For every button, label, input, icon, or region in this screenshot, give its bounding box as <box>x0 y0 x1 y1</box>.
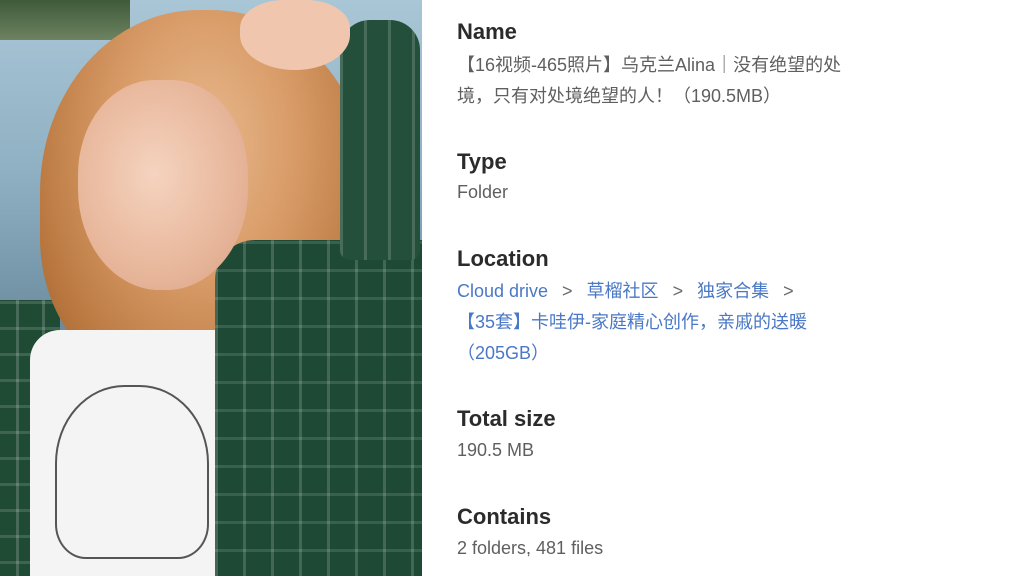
type-value: Folder <box>457 182 509 202</box>
type-label: Type <box>457 149 507 174</box>
breadcrumb-separator: > <box>783 281 794 301</box>
photo-hand <box>240 0 350 70</box>
name-value-line2: 境，只有对处境绝望的人！（190.5MB） <box>457 86 782 106</box>
location-label: Location <box>457 246 549 271</box>
preview-image <box>0 0 422 576</box>
contains-section: Contains 2 folders, 481 files <box>457 504 977 564</box>
total-size-label: Total size <box>457 406 556 431</box>
total-size-value: 190.5 MB <box>457 440 535 460</box>
breadcrumb-folder-3-size[interactable]: （205GB） <box>457 343 549 363</box>
breadcrumb-separator: > <box>562 281 573 301</box>
contains-label: Contains <box>457 504 552 529</box>
breadcrumb-folder-2[interactable]: 独家合集 <box>697 281 769 301</box>
photo-flannel-right <box>215 240 422 576</box>
photo-shirt-print <box>55 385 209 559</box>
breadcrumb-folder-1[interactable]: 草榴社区 <box>587 281 659 301</box>
location-breadcrumb-line2: 【35套】卡哇伊-家庭精心创作，亲戚的送暖 <box>457 307 977 338</box>
contains-value: 2 folders, 481 files <box>457 538 604 558</box>
type-section: Type Folder <box>457 149 977 208</box>
name-label: Name <box>457 19 517 44</box>
breadcrumb-cloud-drive[interactable]: Cloud drive <box>457 281 548 301</box>
photo-background-trees <box>0 0 130 40</box>
location-section: Location Cloud drive > 草榴社区 > 独家合集 > 【35套】卡哇伊… <box>457 246 977 369</box>
details-panel: Name 【16视频-465照片】乌克兰Alina｜没有绝望的处 境，只有对处境… <box>422 0 1024 576</box>
total-size-section: Total size 190.5 MB <box>457 406 977 466</box>
breadcrumb-folder-3[interactable]: 【35套】卡哇伊-家庭精心创作，亲戚的送暖 <box>457 312 807 332</box>
name-value: 【16视频-465照片】乌克兰Alina｜没有绝望的处 境，只有对处境绝望的人！… <box>457 50 977 112</box>
location-breadcrumb-line3: （205GB） <box>457 338 977 369</box>
photo-face <box>78 80 248 290</box>
name-value-line1: 【16视频-465照片】乌克兰Alina｜没有绝望的处 <box>457 55 842 75</box>
breadcrumb-separator: > <box>672 281 684 301</box>
location-breadcrumb: Cloud drive > 草榴社区 > 独家合集 > <box>457 276 977 307</box>
name-section: Name 【16视频-465照片】乌克兰Alina｜没有绝望的处 境，只有对处境… <box>457 19 977 112</box>
photo-arm <box>340 20 420 260</box>
